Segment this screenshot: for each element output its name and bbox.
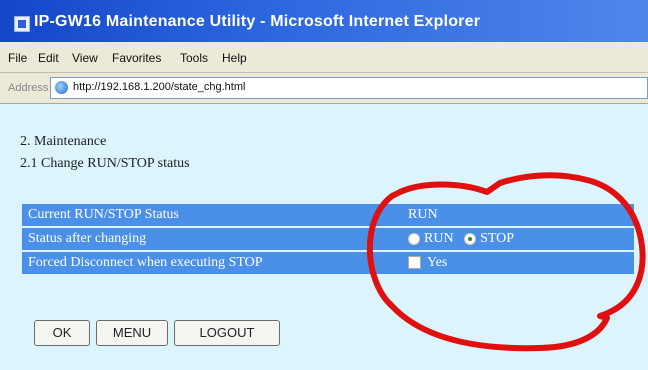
- red-ellipse-stroke: [366, 172, 646, 352]
- browser-window: IP-GW16 Maintenance Utility - Microsoft …: [0, 0, 648, 370]
- red-annotation-circle: [366, 172, 646, 352]
